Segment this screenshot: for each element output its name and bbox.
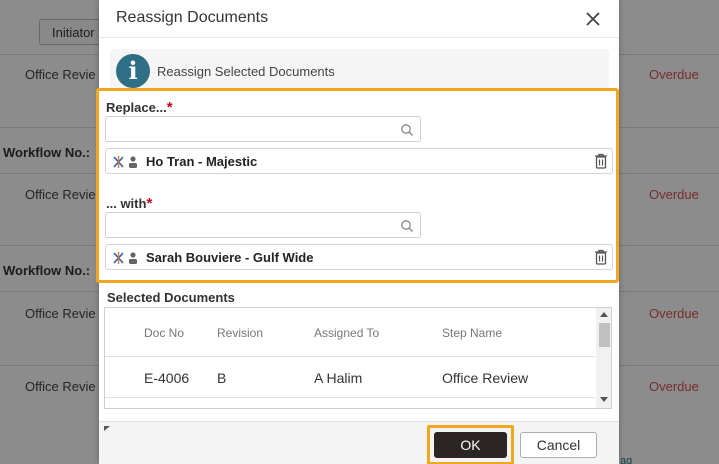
ok-button[interactable]: OK — [434, 432, 507, 458]
cancel-button[interactable]: Cancel — [520, 432, 597, 458]
divider — [105, 356, 595, 357]
resize-handle-icon — [104, 426, 110, 431]
scroll-thumb[interactable] — [599, 323, 610, 347]
cell-revision: B — [217, 370, 227, 386]
column-header-step-name[interactable]: Step Name — [442, 326, 502, 340]
ok-button-highlight: OK — [427, 425, 514, 464]
cell-doc-no: E-4006 — [144, 370, 190, 386]
dialog-footer: OK Cancel — [99, 421, 619, 464]
selected-documents-label: Selected Documents — [107, 290, 235, 305]
table-scrollbar[interactable] — [596, 308, 611, 408]
column-header-doc-no[interactable]: Doc No — [144, 326, 184, 340]
cell-step-name: Office Review — [442, 370, 529, 386]
cell-assigned-to: A Halim — [314, 370, 363, 386]
divider — [105, 397, 595, 398]
selected-documents-table: Doc No Revision Assigned To Step Name E-… — [104, 307, 612, 409]
dialog-body: Selected Documents Doc No Revision Assig… — [99, 0, 619, 464]
scroll-down-arrow-icon[interactable] — [600, 397, 608, 402]
scroll-up-arrow-icon[interactable] — [600, 312, 608, 317]
column-header-revision[interactable]: Revision — [217, 326, 263, 340]
column-header-assigned-to[interactable]: Assigned To — [314, 326, 379, 340]
